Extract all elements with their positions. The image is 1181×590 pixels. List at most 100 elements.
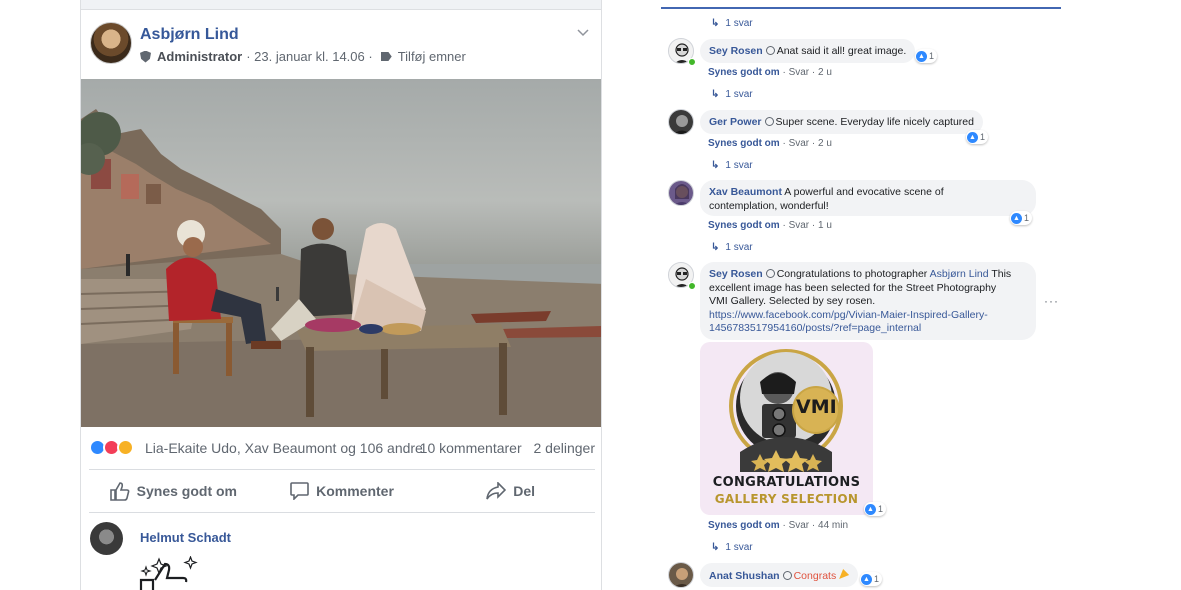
comment-author[interactable]: Sey Rosen: [709, 45, 763, 57]
comment-author[interactable]: Sey Rosen: [709, 268, 763, 280]
like-button[interactable]: Synes godt om: [89, 472, 258, 510]
badge-icon: [764, 117, 774, 126]
comment-text: excellent image has been selected for th…: [709, 281, 997, 294]
author-avatar[interactable]: [90, 22, 132, 64]
comment-text: contemplation, wonderful!: [709, 199, 829, 212]
comment-text: A powerful and evocative scene of: [784, 186, 944, 198]
shares-count[interactable]: 2 delinger: [534, 440, 596, 456]
comment-reply-link[interactable]: Svar: [789, 67, 810, 78]
comments-panel: ↳ 1 svar Sey Rosen Anat said it all! great…: [661, 0, 1061, 590]
online-status-dot: [688, 58, 696, 66]
comment-icon: [290, 482, 309, 500]
commenter-name[interactable]: Helmut Schadt: [140, 530, 231, 545]
view-replies-link[interactable]: ↳ 1 svar: [711, 89, 753, 100]
comment-time[interactable]: 2 u: [818, 138, 832, 149]
reply-arrow-icon: ↳: [711, 542, 720, 553]
reply-arrow-icon: ↳: [711, 160, 720, 171]
comment-like-count[interactable]: ▲ 1: [915, 49, 938, 63]
mention-link[interactable]: Asbjørn Lind: [930, 268, 989, 280]
tag-icon: [380, 52, 392, 61]
comment-bubble: Xav Beaumont A powerful and evocative sc…: [700, 180, 1036, 216]
comment-button-label: Kommenter: [316, 483, 394, 499]
share-button-label: Del: [513, 483, 536, 499]
comment-text: Congrats: [793, 570, 837, 582]
comment-text: VMI Gallery. Selected by sey rosen.: [709, 295, 876, 307]
online-status-dot: [688, 282, 696, 290]
comment-bubble: Ger Power Super scene. Everyday life nice…: [700, 110, 983, 134]
vmi-badge-graphic: [729, 349, 843, 472]
comment-like-link[interactable]: Synes godt om: [708, 520, 780, 531]
comments-count[interactable]: 10 kommentarer: [420, 440, 522, 456]
comment-avatar[interactable]: [668, 109, 694, 135]
reactions-names[interactable]: Lia-Ekaite Udo, Xav Beaumont og 106 andr…: [145, 440, 423, 456]
comment-actions: Synes godt om · Svar · 2 u: [708, 67, 832, 78]
chevron-down-icon[interactable]: [577, 26, 589, 38]
badge-icon: [765, 269, 775, 278]
add-topics-link[interactable]: Tilføj emner: [398, 49, 466, 64]
comment-time[interactable]: 44 min: [818, 520, 848, 531]
reactions-summary[interactable]: Lia-Ekaite Udo, Xav Beaumont og 106 andr…: [89, 437, 595, 459]
comment-url-link[interactable]: 1456783517954160/posts/?ref=page_interna…: [709, 322, 1027, 336]
thumbs-up-icon: [109, 481, 130, 501]
comment-button[interactable]: Kommenter: [258, 472, 427, 510]
comment-reply-link[interactable]: Svar: [789, 138, 810, 149]
comment-author[interactable]: Anat Shushan: [709, 570, 780, 582]
comment-avatar[interactable]: [668, 180, 694, 206]
gallery-selection-subtitle: GALLERY SELECTION: [714, 492, 859, 506]
badge-icon: [765, 46, 775, 55]
share-button[interactable]: Del: [426, 472, 595, 510]
comment-bubble: Sey Rosen Congratulations to photographer…: [700, 262, 1036, 340]
post-header: Asbjørn Lind Administrator · 23. januar …: [81, 22, 601, 72]
comment-like-link[interactable]: Synes godt om: [708, 220, 780, 231]
post-actions: Synes godt om Kommenter Del: [89, 472, 595, 510]
comment-avatar[interactable]: [668, 562, 694, 588]
vmi-logo-text: VMI: [796, 396, 837, 418]
comment-more-options[interactable]: ···: [1044, 294, 1059, 308]
comment-text: Super scene. Everyday life nicely captur…: [775, 116, 974, 128]
comment-url-link[interactable]: https://www.facebook.com/pg/Vivian-Maier…: [709, 309, 1027, 323]
view-replies-link[interactable]: ↳ 1 svar: [711, 542, 753, 553]
panel-top-border: [661, 7, 1061, 9]
comment-reply-link[interactable]: Svar: [789, 520, 810, 531]
thumbs-up-sticker-icon: [139, 556, 198, 590]
comment-author[interactable]: Xav Beaumont: [709, 186, 782, 198]
post-author[interactable]: Asbjørn Lind: [140, 26, 239, 44]
comment-actions: Synes godt om · Svar · 2 u: [708, 138, 832, 149]
screenshot-root: Asbjørn Lind Administrator · 23. januar …: [0, 0, 1181, 590]
like-mini-icon: ▲: [861, 573, 872, 585]
reaction-icons: [89, 439, 139, 457]
post-meta: Administrator · 23. januar kl. 14.06 · T…: [140, 49, 466, 64]
badge-icon: [782, 571, 792, 580]
comment-like-link[interactable]: Synes godt om: [708, 67, 780, 78]
engagement-counts: 10 kommentarer 2 delinger: [412, 440, 595, 456]
like-mini-icon: ▲: [1011, 212, 1022, 224]
comment-bubble: Sey Rosen Anat said it all! great image.: [700, 39, 916, 63]
comment-text: Anat said it all! great image.: [776, 45, 907, 57]
first-comment: Helmut Schadt: [81, 520, 601, 590]
comment-actions: Synes godt om · Svar · 44 min: [708, 520, 849, 531]
comment-time[interactable]: 1 u: [818, 220, 832, 231]
congratulations-title: CONGRATULATIONS: [712, 475, 861, 490]
post-date[interactable]: · 23. januar kl. 14.06 ·: [246, 49, 372, 64]
comment-image-vmi[interactable]: VMI CONGRATULATIONS GALLERY SELECTION: [700, 342, 873, 515]
comment-author[interactable]: Ger Power: [709, 116, 762, 128]
view-replies-link[interactable]: ↳ 1 svar: [711, 160, 753, 171]
wow-reaction-icon: [117, 439, 134, 456]
comment-like-count[interactable]: ▲ 1: [966, 130, 989, 144]
comment-like-link[interactable]: Synes godt om: [708, 138, 780, 149]
post-photo[interactable]: [81, 79, 601, 427]
like-mini-icon: ▲: [916, 50, 927, 62]
comment-reply-link[interactable]: Svar: [789, 220, 810, 231]
commenter-avatar[interactable]: [90, 522, 123, 555]
admin-shield-icon: [140, 50, 151, 63]
anat-shushan-avatar-icon: [669, 563, 693, 587]
view-replies-link[interactable]: ↳ 1 svar: [711, 18, 753, 29]
view-replies-link[interactable]: ↳ 1 svar: [711, 242, 753, 253]
comment-like-count[interactable]: ▲ 1: [1010, 211, 1033, 225]
comment-time[interactable]: 2 u: [818, 67, 832, 78]
comment-like-count[interactable]: ▲ 1: [864, 502, 887, 516]
comment-like-count[interactable]: ▲ 1: [860, 572, 883, 586]
like-mini-icon: ▲: [967, 131, 978, 143]
reply-arrow-icon: ↳: [711, 242, 720, 253]
reply-arrow-icon: ↳: [711, 18, 720, 29]
